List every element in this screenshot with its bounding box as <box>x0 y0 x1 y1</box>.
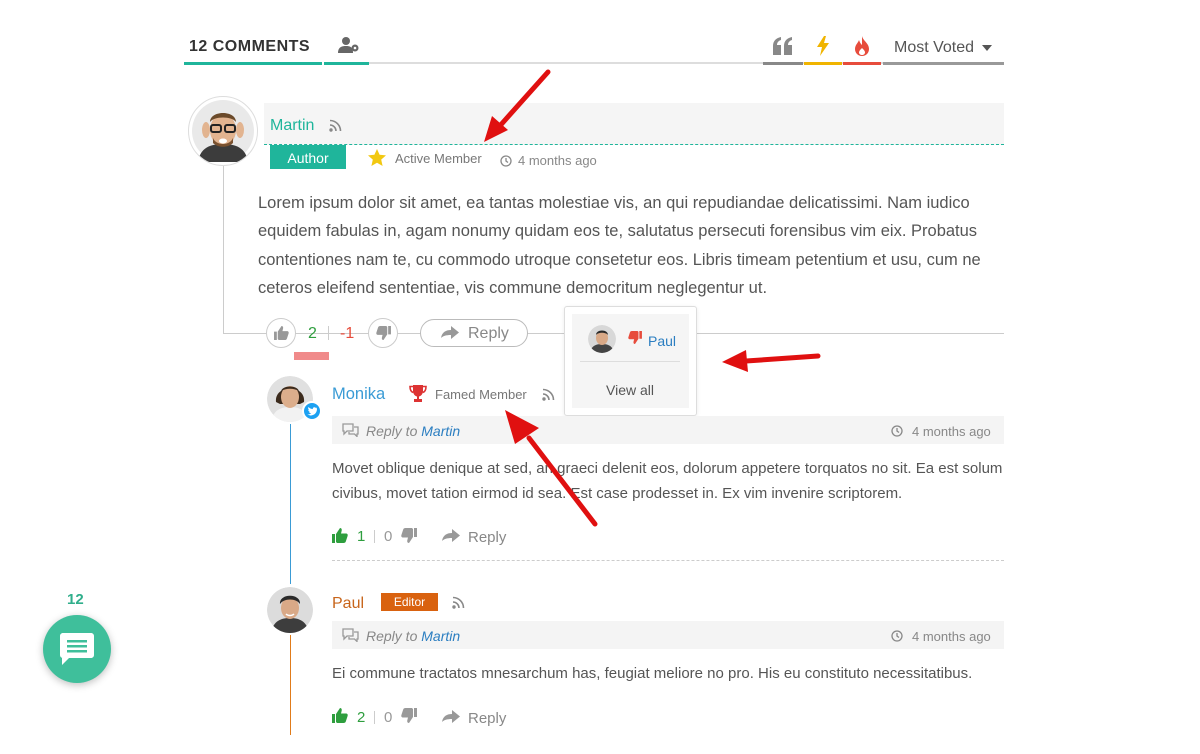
reply-to-prefix: Reply to <box>366 628 418 644</box>
comment-body: Lorem ipsum dolor sit amet, ea tantas mo… <box>258 194 981 297</box>
reply-thread-line <box>290 635 291 735</box>
annotation-arrow <box>505 410 598 527</box>
star-icon <box>368 149 386 171</box>
reply-arrow-icon[interactable] <box>442 710 460 728</box>
comment-author-name[interactable]: Martin <box>270 117 314 135</box>
reply-to-link[interactable]: Martin <box>421 628 460 644</box>
vote-ratio-bar <box>294 352 329 360</box>
bolt-underline <box>804 62 842 65</box>
twitter-icon <box>302 401 322 421</box>
reply-button[interactable]: Reply <box>468 710 506 727</box>
reply-time[interactable]: 4 months ago <box>912 424 991 439</box>
chevron-down-icon[interactable] <box>982 45 992 51</box>
comment-header-divider <box>264 144 1004 145</box>
reply-author-name[interactable]: Paul <box>332 595 364 613</box>
comments-icon <box>342 423 359 442</box>
upvote-count: 2 <box>308 325 317 342</box>
sort-underline <box>883 62 1004 65</box>
chat-icon <box>60 633 94 665</box>
rss-icon[interactable] <box>452 596 465 614</box>
reply-arrow-icon <box>441 326 459 344</box>
reply-to-label: Reply to Martin <box>366 423 460 439</box>
downvote-count[interactable]: -1 <box>340 325 354 343</box>
voter-avatar <box>588 325 616 353</box>
tab-gap <box>322 62 324 65</box>
downvote-count: 0 <box>384 709 393 726</box>
comments-tab-underline <box>184 62 369 65</box>
fire-sort-icon[interactable] <box>854 36 870 61</box>
downvote-button[interactable] <box>401 528 417 548</box>
reply-to-label: Reply to Martin <box>366 628 460 644</box>
author-badge: Author <box>270 145 346 169</box>
reply-thread-line <box>290 424 291 584</box>
reply-button-label[interactable]: Reply <box>468 325 509 343</box>
reply-arrow-icon[interactable] <box>442 529 460 547</box>
comment-time[interactable]: 4 months ago <box>518 153 597 168</box>
view-all-voters-link[interactable]: View all <box>606 382 654 398</box>
trophy-icon <box>409 385 427 407</box>
clock-icon <box>500 154 512 172</box>
sort-dropdown[interactable]: Most Voted <box>894 39 974 57</box>
avatar[interactable] <box>188 96 258 166</box>
voter-name[interactable]: Paul <box>648 333 676 349</box>
clock-icon <box>891 424 903 442</box>
member-rank-label: Active Member <box>395 151 482 166</box>
vote-separator <box>374 711 375 724</box>
quote-sort-icon[interactable] <box>772 37 794 55</box>
reply-author-name[interactable]: Monika <box>332 385 385 404</box>
avatar[interactable] <box>267 587 313 633</box>
upvote-count: 1 <box>357 528 366 545</box>
reply-to-prefix: Reply to <box>366 423 418 439</box>
vote-separator <box>328 326 329 340</box>
comments-count-tab[interactable]: 12 COMMENTS <box>189 38 310 56</box>
bolt-sort-icon[interactable] <box>816 36 830 61</box>
quote-underline <box>763 62 803 65</box>
annotation-arrow <box>722 350 821 372</box>
vote-separator <box>374 530 375 543</box>
clock-icon <box>891 629 903 647</box>
comment-header-bar <box>264 103 1004 145</box>
annotation-arrow <box>484 69 551 142</box>
reply-body: Movet oblique denique at sed, an graeci … <box>332 460 1003 502</box>
downvote-button[interactable] <box>401 708 417 728</box>
subscribe-settings-icon[interactable] <box>338 36 360 59</box>
reply-body: Ei commune tractatos mnesarchum has, feu… <box>332 665 973 682</box>
comments-icon <box>342 628 359 647</box>
reply-divider <box>332 560 1004 561</box>
upvote-count: 2 <box>357 709 366 726</box>
upvote-button[interactable] <box>332 528 348 548</box>
thumbs-down-icon <box>628 331 642 349</box>
reply-to-link[interactable]: Martin <box>421 423 460 439</box>
downvote-count: 0 <box>384 528 393 545</box>
upvote-button[interactable] <box>266 318 296 348</box>
floating-comments-button[interactable] <box>43 615 111 683</box>
editor-badge: Editor <box>381 593 438 611</box>
rss-icon[interactable] <box>329 119 342 137</box>
upvote-button[interactable] <box>332 708 348 728</box>
reply-time[interactable]: 4 months ago <box>912 629 991 644</box>
popup-divider <box>580 361 680 362</box>
downvote-button[interactable] <box>368 318 398 348</box>
thread-line <box>223 166 224 333</box>
floating-comment-count: 12 <box>67 591 84 608</box>
fire-underline <box>843 62 881 65</box>
